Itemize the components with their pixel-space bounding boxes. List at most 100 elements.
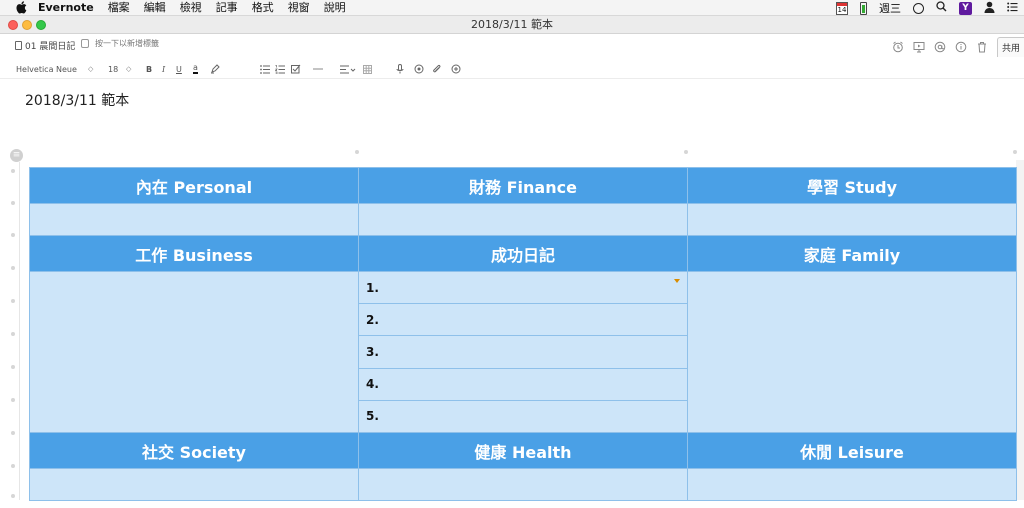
trash-icon[interactable] bbox=[976, 41, 988, 53]
column-resize-handle[interactable] bbox=[684, 150, 688, 154]
row-resize-handle[interactable] bbox=[11, 398, 15, 402]
row-resize-handle[interactable] bbox=[11, 464, 15, 468]
success-item-number: 1. bbox=[366, 280, 379, 295]
share-button[interactable]: 共用 bbox=[996, 37, 1024, 57]
format-toolbar: Helvetica Neue ◇ 18 ◇ B I U a bbox=[0, 59, 1024, 79]
header-cell-health[interactable]: 健康 Health bbox=[358, 432, 688, 469]
font-size-select[interactable]: 18 bbox=[108, 63, 118, 75]
notebook-name: 01 晨間日記 bbox=[25, 42, 76, 52]
table-icon[interactable] bbox=[363, 63, 372, 75]
search-icon[interactable] bbox=[936, 1, 947, 15]
align-icon[interactable] bbox=[340, 63, 356, 75]
calendar-icon[interactable]: 14 bbox=[836, 1, 848, 15]
row-resize-handle[interactable] bbox=[11, 431, 15, 435]
bold-button[interactable]: B bbox=[146, 63, 152, 75]
microphone-icon[interactable] bbox=[396, 63, 404, 75]
more-tools-icon[interactable] bbox=[451, 63, 461, 75]
header-cell-society[interactable]: 社交 Society bbox=[29, 432, 359, 469]
clock-icon[interactable] bbox=[913, 2, 924, 14]
header-cell-leisure[interactable]: 休閒 Leisure bbox=[687, 432, 1017, 469]
present-icon[interactable] bbox=[913, 41, 925, 53]
header-cell-success-diary[interactable]: 成功日記 bbox=[358, 235, 688, 272]
column-resize-handle[interactable] bbox=[355, 150, 359, 154]
font-family-dropdown-icon[interactable]: ◇ bbox=[88, 63, 93, 75]
business-content-cell[interactable] bbox=[29, 271, 359, 433]
list-menu-icon[interactable] bbox=[1007, 2, 1018, 15]
success-list: 1. 2. 3. 4. 5. bbox=[359, 272, 687, 432]
status-area: 14 週三 Y bbox=[836, 0, 1018, 16]
highlight-icon[interactable] bbox=[210, 63, 220, 75]
note-tools: 共用 bbox=[892, 37, 1024, 57]
tag-input[interactable] bbox=[95, 39, 205, 48]
italic-button[interactable]: I bbox=[162, 63, 165, 75]
menu-format[interactable]: 格式 bbox=[252, 0, 274, 16]
window-title-bar: 2018/3/11 範本 bbox=[0, 16, 1024, 34]
note-title[interactable]: 2018/3/11 範本 bbox=[25, 90, 129, 110]
family-content-cell[interactable] bbox=[687, 271, 1017, 433]
window-title: 2018/3/11 範本 bbox=[471, 18, 553, 31]
numbered-list-icon[interactable] bbox=[275, 63, 285, 75]
attachment-icon[interactable] bbox=[432, 63, 442, 75]
header-cell-finance[interactable]: 財務 Finance bbox=[358, 167, 688, 204]
menu-window[interactable]: 視窗 bbox=[288, 0, 310, 16]
menu-note[interactable]: 記事 bbox=[216, 0, 238, 16]
header-cell-study[interactable]: 學習 Study bbox=[687, 167, 1017, 204]
font-size-dropdown-icon[interactable]: ◇ bbox=[126, 63, 131, 75]
header-cell-family[interactable]: 家庭 Family bbox=[687, 235, 1017, 272]
row-resize-handle[interactable] bbox=[11, 169, 15, 173]
info-icon[interactable] bbox=[955, 41, 967, 53]
table-guide-line bbox=[19, 162, 20, 500]
health-content-cell[interactable] bbox=[358, 468, 688, 501]
study-content-cell[interactable] bbox=[687, 203, 1017, 236]
battery-icon[interactable] bbox=[860, 1, 867, 15]
finance-content-cell[interactable] bbox=[358, 203, 688, 236]
menu-view[interactable]: 檢視 bbox=[180, 0, 202, 16]
row-resize-handle[interactable] bbox=[11, 233, 15, 237]
success-item-number: 4. bbox=[366, 377, 379, 392]
header-cell-business[interactable]: 工作 Business bbox=[29, 235, 359, 272]
yahoo-icon[interactable]: Y bbox=[959, 1, 972, 15]
table-handle-icon[interactable]: ≡ bbox=[10, 149, 23, 162]
success-item-3[interactable]: 3. bbox=[359, 336, 687, 369]
success-item-4[interactable]: 4. bbox=[359, 369, 687, 401]
reminder-icon[interactable] bbox=[892, 41, 904, 53]
tag-area[interactable] bbox=[81, 39, 205, 48]
row-resize-handle[interactable] bbox=[11, 365, 15, 369]
success-item-number: 5. bbox=[366, 409, 379, 424]
header-cell-personal[interactable]: 內在 Personal bbox=[29, 167, 359, 204]
row-resize-handle[interactable] bbox=[11, 494, 15, 498]
encrypt-icon[interactable] bbox=[414, 63, 424, 75]
text-color-button[interactable]: a bbox=[193, 64, 198, 74]
row-resize-handle[interactable] bbox=[11, 201, 15, 205]
row-resize-handle[interactable] bbox=[11, 332, 15, 336]
journal-table: 內在 Personal 財務 Finance 學習 Study 工作 Busin… bbox=[29, 167, 1017, 501]
table-row bbox=[29, 203, 1017, 236]
bullet-list-icon[interactable] bbox=[260, 63, 270, 75]
menu-bar: Evernote 檔案 編輯 檢視 記事 格式 視窗 說明 14 週三 Y bbox=[0, 0, 1024, 16]
success-item-2[interactable]: 2. bbox=[359, 304, 687, 337]
checkbox-icon[interactable] bbox=[291, 63, 301, 75]
society-content-cell[interactable] bbox=[29, 468, 359, 501]
apple-icon[interactable] bbox=[14, 1, 28, 15]
divider-icon[interactable] bbox=[313, 63, 323, 75]
cell-menu-caret-icon[interactable] bbox=[674, 279, 680, 283]
personal-content-cell[interactable] bbox=[29, 203, 359, 236]
success-diary-cell: 1. 2. 3. 4. 5. bbox=[358, 271, 688, 433]
underline-button[interactable]: U bbox=[176, 63, 182, 75]
success-item-1[interactable]: 1. bbox=[359, 272, 687, 305]
work-chat-icon[interactable] bbox=[934, 41, 946, 53]
user-icon[interactable] bbox=[984, 1, 995, 16]
row-resize-handle[interactable] bbox=[11, 266, 15, 270]
app-menu[interactable]: Evernote bbox=[38, 0, 94, 16]
notebook-selector[interactable]: 01 晨間日記 bbox=[15, 39, 75, 52]
column-resize-handle[interactable] bbox=[1013, 150, 1017, 154]
table-row: 1. 2. 3. 4. 5. bbox=[29, 271, 1017, 433]
menu-edit[interactable]: 編輯 bbox=[144, 0, 166, 16]
weekday-label[interactable]: 週三 bbox=[879, 0, 901, 16]
leisure-content-cell[interactable] bbox=[687, 468, 1017, 501]
success-item-5[interactable]: 5. bbox=[359, 401, 687, 432]
row-resize-handle[interactable] bbox=[11, 299, 15, 303]
menu-help[interactable]: 說明 bbox=[324, 0, 346, 16]
menu-file[interactable]: 檔案 bbox=[108, 0, 130, 16]
font-family-select[interactable]: Helvetica Neue bbox=[16, 63, 77, 75]
